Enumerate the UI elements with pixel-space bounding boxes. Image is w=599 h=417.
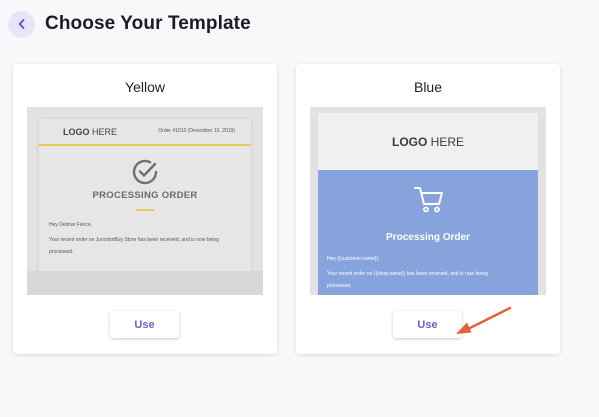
logo-text: LOGO HERE [391, 135, 465, 149]
preview-blue-panel: Processing Order Hey {{customer.name}}, … [318, 170, 538, 295]
back-button[interactable] [8, 10, 35, 38]
template-preview-blue: LOGO HERE Processing Order Hey {{custome… [310, 107, 546, 295]
preview-body: Your recent order on {{shop.name}} has b… [327, 271, 488, 277]
preview-body-2: processed. [327, 283, 352, 289]
template-card-blue: Blue LOGO HERE Processing Order Hey {{cu… [296, 64, 560, 354]
use-button-yellow[interactable]: Use [110, 311, 179, 338]
pointer-arrow-icon [450, 305, 514, 344]
accent-divider [39, 144, 251, 146]
logo-text: LOGO HERE [63, 127, 118, 137]
page-title: Choose Your Template [45, 13, 251, 34]
accent-underline [136, 209, 154, 211]
template-name: Blue [413, 79, 443, 95]
template-preview-yellow: LOGO HERE Order #1010 (December 10, 2019… [27, 107, 263, 295]
preview-heading: Processing Order [386, 232, 470, 243]
preview-body-2: processed. [49, 249, 74, 255]
preview-footer-shade [27, 271, 263, 295]
template-name: Yellow [125, 79, 165, 95]
page-header: Choose Your Template [8, 10, 251, 38]
preview-greeting: Hey {{customer.name}}, [327, 256, 380, 262]
order-meta: Order #1010 (December 10, 2019) [158, 128, 235, 134]
email-preview: LOGO HERE Processing Order Hey {{custome… [318, 113, 538, 295]
chevron-left-icon [17, 18, 27, 30]
preview-heading: PROCESSING ORDER [92, 190, 198, 201]
shopping-cart-icon [413, 184, 445, 219]
template-card-yellow: Yellow LOGO HERE Order #1010 (December 1… [13, 64, 277, 354]
preview-body: Your recent order on JunctionBuy Store h… [49, 237, 219, 243]
preview-greeting: Hey Delmar Fierce, [49, 222, 93, 228]
check-circle-icon [130, 157, 160, 192]
email-preview: LOGO HERE Order #1010 (December 10, 2019… [39, 119, 251, 271]
